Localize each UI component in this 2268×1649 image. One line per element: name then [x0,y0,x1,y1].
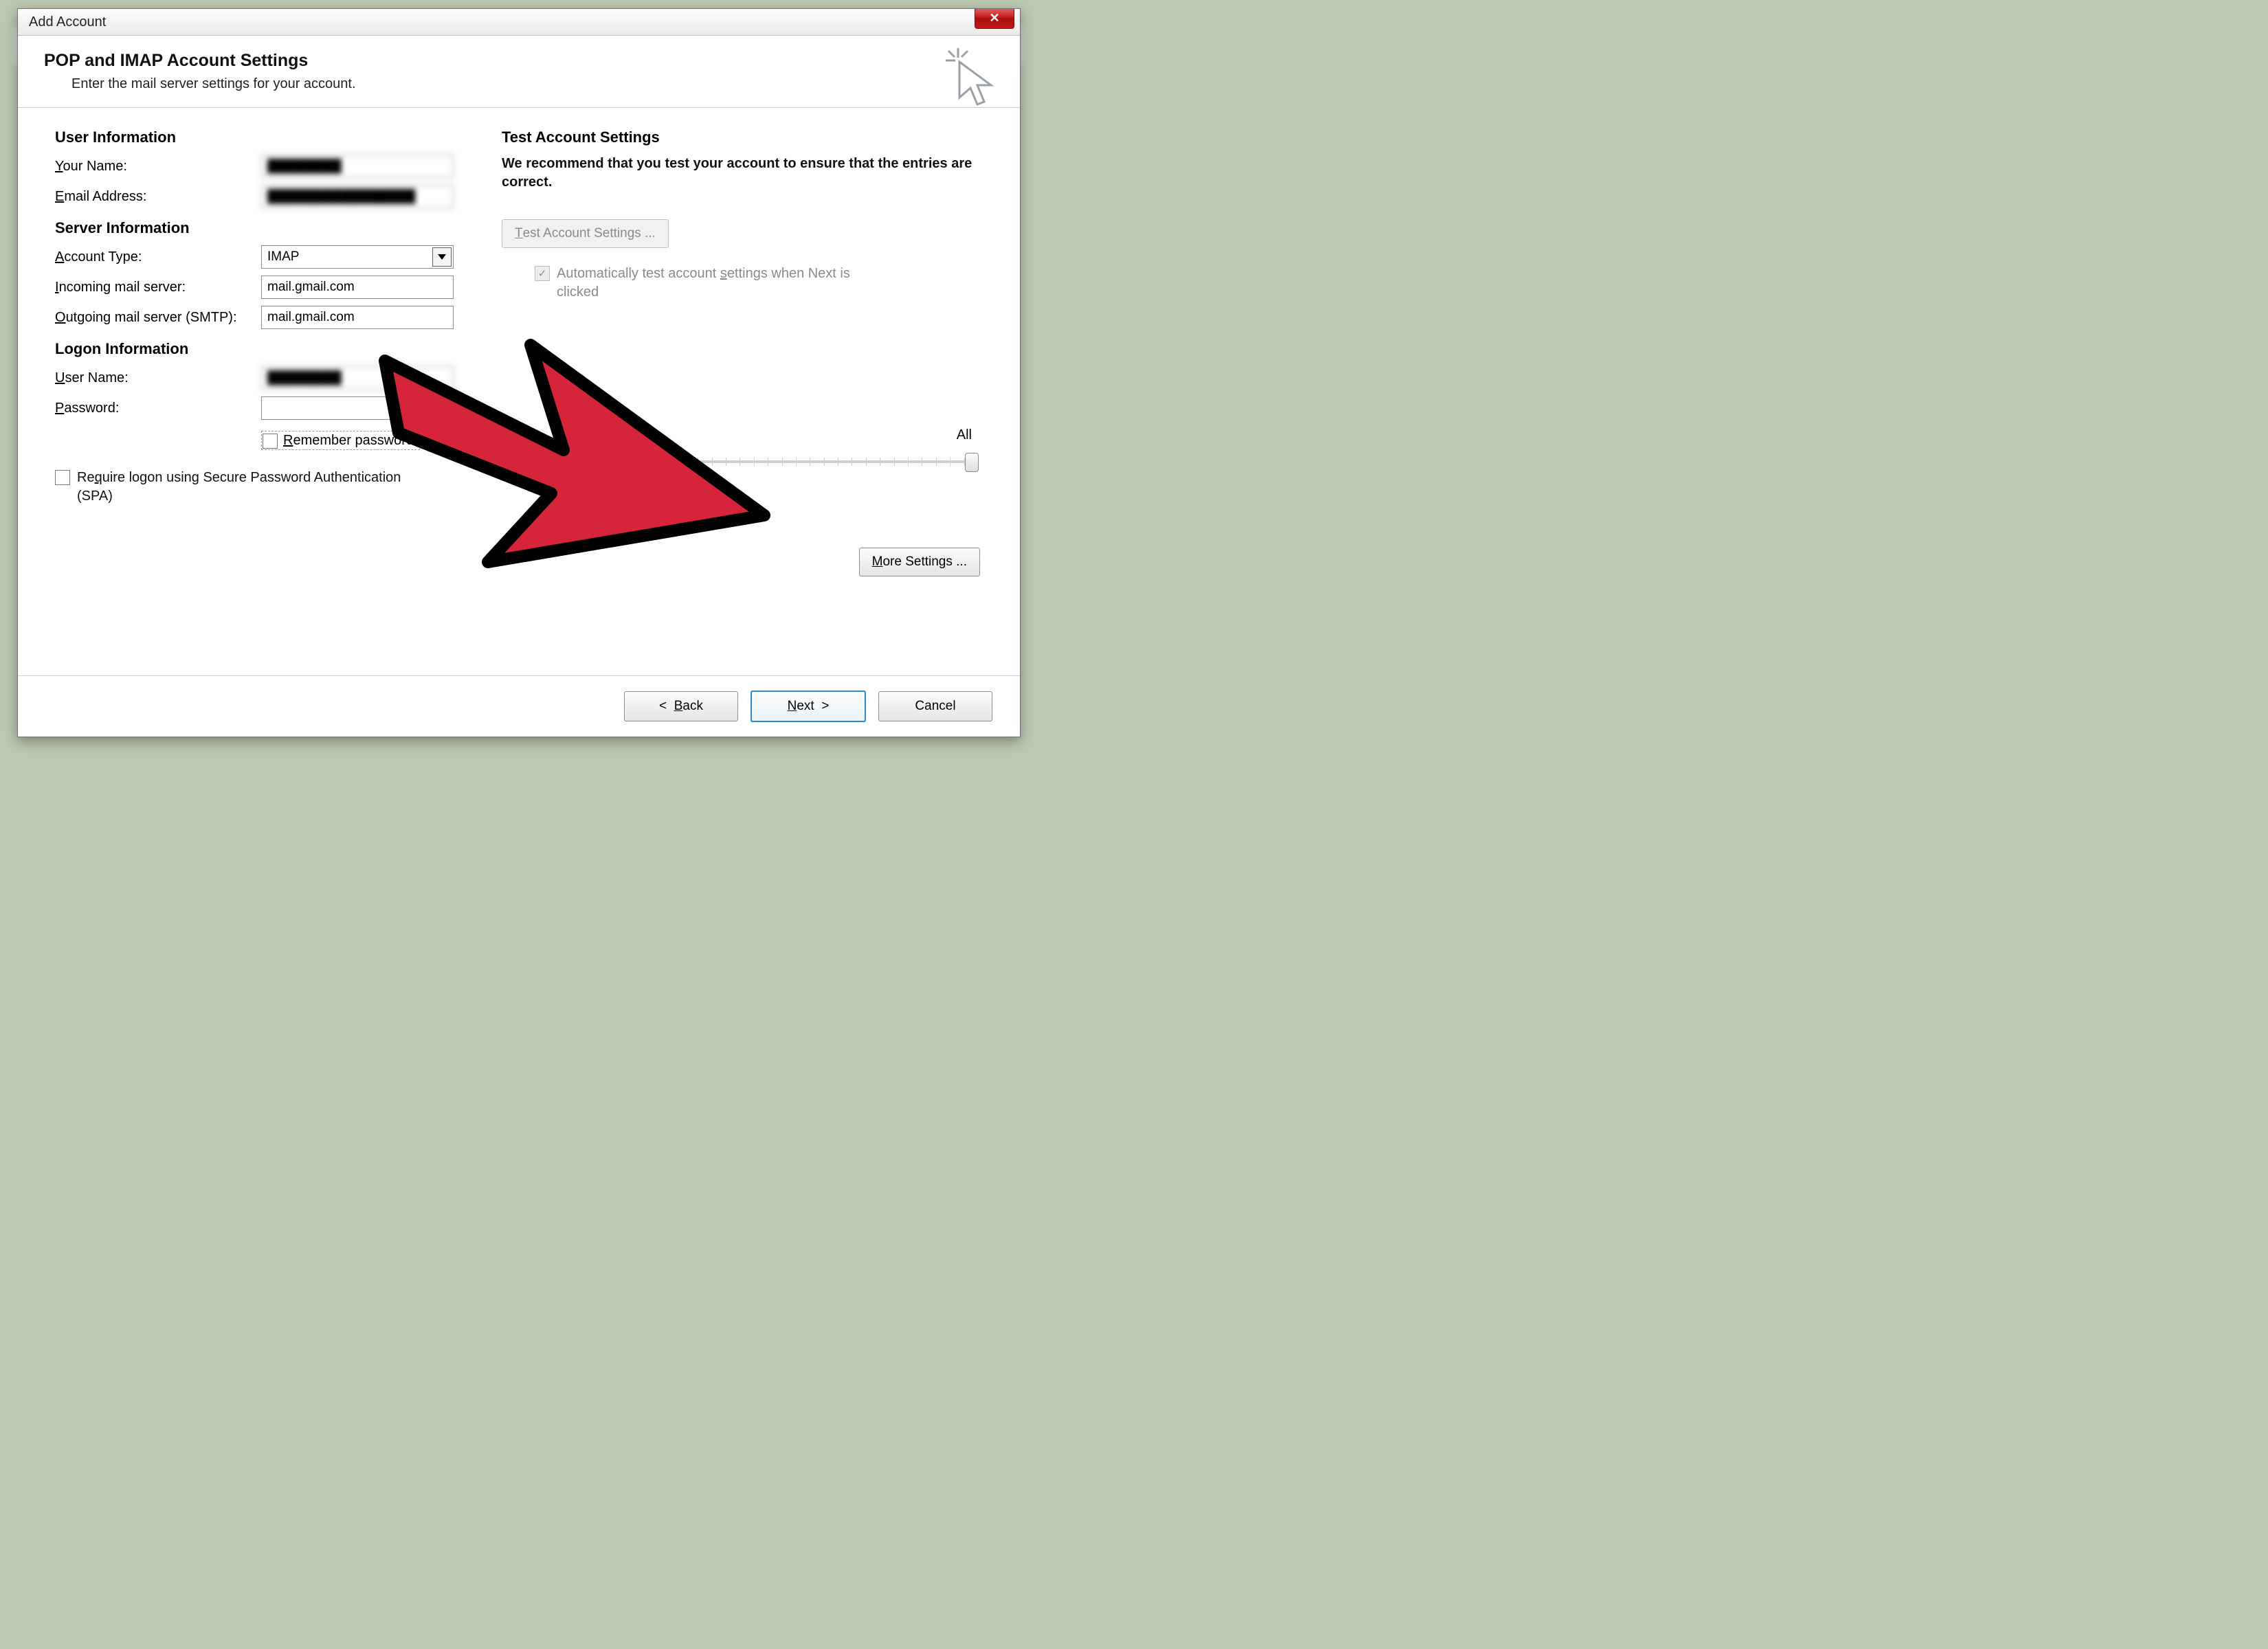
your-name-input[interactable] [261,155,454,178]
close-button[interactable]: ✕ [975,9,1014,29]
mail-offline-slider[interactable] [656,451,979,472]
user-info-heading: User Information [55,128,474,146]
test-heading: Test Account Settings [502,128,992,146]
cancel-button[interactable]: Cancel [878,691,992,721]
email-label: Email Address: [55,189,261,205]
next-button[interactable]: Next > [751,691,866,722]
dialog-header: POP and IMAP Account Settings Enter the … [18,36,1020,108]
your-name-label: Your Name: [55,159,261,175]
close-icon: ✕ [989,11,999,25]
incoming-server-input[interactable] [261,276,454,299]
test-account-settings-button[interactable]: Test Account Settings ... [502,219,669,248]
logon-heading: Logon Information [55,340,474,358]
cursor-sparkle-icon [946,48,999,110]
dialog-body: User Information Your Name: Email Addres… [18,108,1020,687]
account-type-select[interactable]: IMAP [261,245,454,269]
username-input[interactable] [261,366,454,390]
server-info-heading: Server Information [55,219,474,237]
account-type-value: IMAP [267,249,299,265]
spa-checkbox[interactable] [55,470,70,485]
chevron-down-icon [432,247,452,267]
outgoing-label: Outgoing mail server (SMTP): [55,310,261,326]
auto-test-checkbox[interactable]: ✓ [535,266,550,281]
dialog-subheading: Enter the mail server settings for your … [71,76,1001,92]
email-input[interactable] [261,185,454,208]
back-button[interactable]: < Back [624,691,738,721]
outgoing-server-input[interactable] [261,306,454,329]
password-input[interactable] [261,396,454,420]
more-settings-button[interactable]: More Settings ... [859,548,980,576]
spa-label: Require logon using Secure Password Auth… [77,469,440,506]
account-type-label: Account Type: [55,249,261,265]
titlebar: Add Account ✕ [18,9,1020,36]
incoming-label: Incoming mail server: [55,280,261,295]
username-label: User Name: [55,370,261,386]
dialog-heading: POP and IMAP Account Settings [44,51,1001,71]
remember-password-label: Remember password [283,433,414,449]
slider-thumb-icon[interactable] [965,453,979,472]
add-account-dialog: Add Account ✕ POP and IMAP Account Setti… [17,8,1021,737]
password-label: Password: [55,401,261,416]
remember-password-checkbox[interactable] [263,434,278,449]
test-intro: We recommend that you test your account … [502,155,992,192]
dialog-footer: < Back Next > Cancel [18,675,1020,737]
auto-test-label: Automatically test account settings when… [557,265,892,302]
window-title: Add Account [29,14,106,30]
offline-all-label: All [957,427,972,443]
remember-password-option[interactable]: Remember password [261,431,420,450]
